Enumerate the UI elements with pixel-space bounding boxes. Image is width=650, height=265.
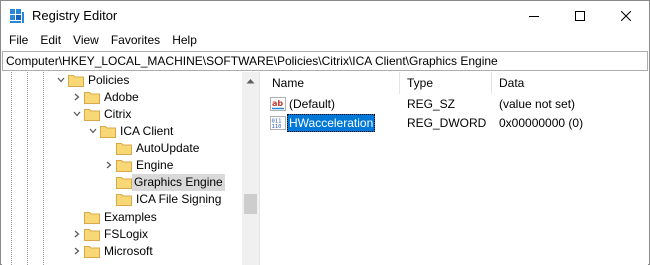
folder-icon bbox=[116, 143, 132, 155]
tree-scrollbar[interactable] bbox=[242, 72, 259, 265]
tree-item-examples[interactable]: Examples bbox=[2, 209, 242, 226]
chevron-up-icon bbox=[246, 78, 255, 83]
tree-item-engine[interactable]: Engine bbox=[2, 157, 242, 174]
tree-item-label: Microsoft bbox=[104, 244, 153, 258]
folder-open-icon bbox=[100, 126, 116, 138]
value-data: 0x00000000 (0) bbox=[499, 116, 584, 130]
registry-editor-icon bbox=[10, 9, 24, 23]
tree-item-label: AutoUpdate bbox=[136, 141, 200, 155]
tree-item-label: Examples bbox=[104, 210, 157, 224]
folder-icon bbox=[84, 212, 100, 224]
tree-item-ica-file-signing[interactable]: ICA File Signing bbox=[2, 191, 242, 208]
tree-item-fslogix[interactable]: FSLogix bbox=[2, 226, 242, 243]
tree-item-label: Adobe bbox=[104, 90, 139, 104]
chevron-right-icon[interactable] bbox=[72, 229, 82, 239]
tree-item-policies[interactable]: Policies bbox=[2, 72, 242, 89]
chevron-right-icon[interactable] bbox=[104, 160, 114, 170]
tree-item-label: FSLogix bbox=[104, 227, 149, 241]
tree-item-autoupdate[interactable]: AutoUpdate bbox=[2, 140, 242, 157]
string-value-icon: ab bbox=[270, 97, 286, 111]
folder-icon bbox=[116, 194, 132, 206]
value-row-default[interactable]: ab (Default) REG_SZ (value not set) bbox=[265, 95, 648, 113]
tree-item-label: ICA File Signing bbox=[136, 192, 222, 206]
maximize-icon bbox=[575, 10, 585, 21]
menu-bar: File Edit View Favorites Help bbox=[1, 30, 649, 50]
tree-item-adobe[interactable]: Adobe bbox=[2, 89, 242, 106]
window-title: Registry Editor bbox=[32, 8, 118, 23]
tree-item-label: Graphics Engine bbox=[132, 174, 225, 191]
folder-icon bbox=[84, 246, 100, 258]
registry-editor-window: Registry Editor File Edit View Favorites… bbox=[0, 0, 650, 265]
address-bar[interactable]: Computer\HKEY_LOCAL_MACHINE\SOFTWARE\Pol… bbox=[2, 51, 648, 71]
values-list-pane[interactable]: Name Type Data ab (Default) REG_SZ (valu… bbox=[265, 72, 648, 265]
tree-item-label: Policies bbox=[88, 73, 130, 87]
folder-icon bbox=[84, 229, 100, 241]
tree-item-citrix[interactable]: Citrix bbox=[2, 106, 242, 123]
folder-open-icon bbox=[116, 177, 132, 189]
binary-value-icon: 011 110 bbox=[270, 116, 286, 130]
chevron-down-icon[interactable] bbox=[88, 126, 98, 136]
value-name: (Default) bbox=[289, 97, 336, 111]
value-type: REG_SZ bbox=[407, 97, 456, 111]
chevron-down-icon[interactable] bbox=[56, 75, 66, 85]
tree-item-ica-client[interactable]: ICA Client bbox=[2, 123, 242, 140]
folder-icon bbox=[84, 92, 100, 104]
value-row-hwacceleration[interactable]: 011 110 HWacceleration REG_DWORD 0x00000… bbox=[265, 114, 648, 132]
value-data: (value not set) bbox=[499, 97, 576, 111]
column-header-data[interactable]: Data bbox=[492, 72, 648, 94]
menu-view[interactable]: View bbox=[67, 30, 105, 50]
scrollbar-thumb[interactable] bbox=[244, 194, 257, 214]
chevron-right-icon[interactable] bbox=[72, 92, 82, 102]
value-type: REG_DWORD bbox=[407, 116, 487, 130]
column-header-type[interactable]: Type bbox=[400, 72, 492, 94]
tree-item-label: Citrix bbox=[104, 107, 132, 121]
close-icon bbox=[621, 10, 631, 21]
chevron-down-icon[interactable] bbox=[72, 109, 82, 119]
key-tree-pane[interactable]: Policies Adobe Citrix ICA Client AutoUpd… bbox=[2, 72, 260, 265]
tree-item-label: Engine bbox=[136, 158, 174, 172]
minimize-button[interactable] bbox=[511, 1, 557, 30]
tree-item-microsoft[interactable]: Microsoft bbox=[2, 243, 242, 260]
menu-edit[interactable]: Edit bbox=[34, 30, 67, 50]
tree-item-graphics-engine[interactable]: Graphics Engine bbox=[2, 174, 242, 191]
title-bar[interactable]: Registry Editor bbox=[1, 1, 649, 30]
column-header-name[interactable]: Name bbox=[265, 72, 400, 94]
folder-open-icon bbox=[84, 109, 100, 121]
svg-text:ab: ab bbox=[272, 99, 283, 108]
menu-favorites[interactable]: Favorites bbox=[105, 30, 166, 50]
minimize-icon bbox=[529, 15, 539, 17]
folder-icon bbox=[116, 160, 132, 172]
close-button[interactable] bbox=[603, 1, 649, 30]
maximize-button[interactable] bbox=[557, 1, 603, 30]
scroll-up-button[interactable] bbox=[242, 72, 259, 89]
svg-text:110: 110 bbox=[272, 124, 282, 130]
tree-item-label: ICA Client bbox=[120, 124, 174, 138]
value-name: HWacceleration bbox=[287, 114, 376, 132]
menu-help[interactable]: Help bbox=[166, 30, 203, 50]
chevron-right-icon[interactable] bbox=[72, 246, 82, 256]
menu-file[interactable]: File bbox=[3, 30, 34, 50]
folder-open-icon bbox=[68, 75, 84, 87]
